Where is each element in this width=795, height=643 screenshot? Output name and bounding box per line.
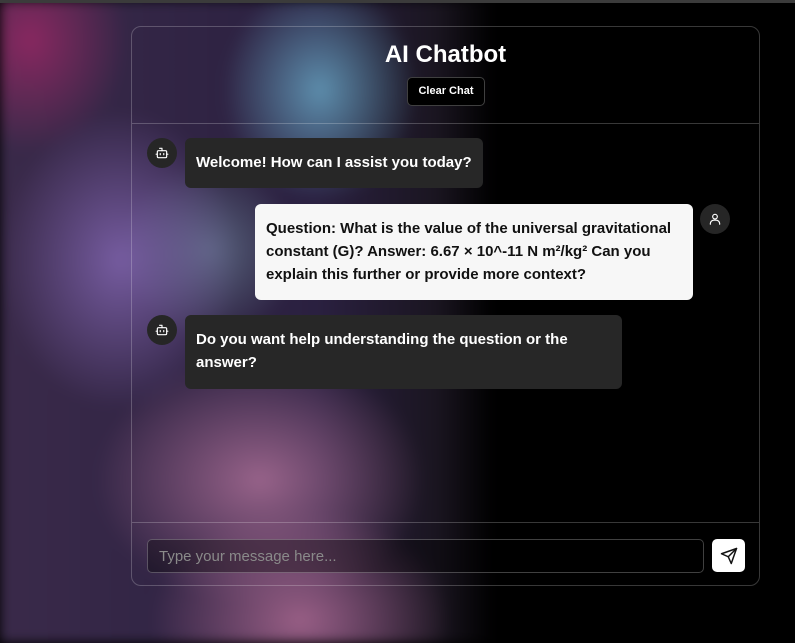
message-input[interactable] (147, 539, 704, 573)
user-icon (709, 213, 721, 225)
send-button[interactable] (712, 539, 745, 572)
clear-chat-button[interactable]: Clear Chat (407, 77, 485, 106)
robot-icon (155, 324, 169, 336)
message-bubble: Do you want help understanding the quest… (185, 315, 622, 389)
composer (132, 522, 759, 585)
chat-panel: AI Chatbot Clear Chat Welcome! How can I… (131, 26, 760, 586)
user-avatar (700, 204, 730, 234)
top-edge (0, 0, 795, 3)
message-bubble: Question: What is the value of the unive… (255, 204, 693, 300)
message-bubble: Welcome! How can I assist you today? (185, 138, 483, 188)
send-icon (720, 547, 737, 564)
bot-avatar (147, 315, 177, 345)
robot-icon (155, 147, 169, 159)
page-title: AI Chatbot (384, 41, 507, 68)
bot-avatar (147, 138, 177, 168)
chat-header: AI Chatbot Clear Chat (132, 27, 759, 124)
